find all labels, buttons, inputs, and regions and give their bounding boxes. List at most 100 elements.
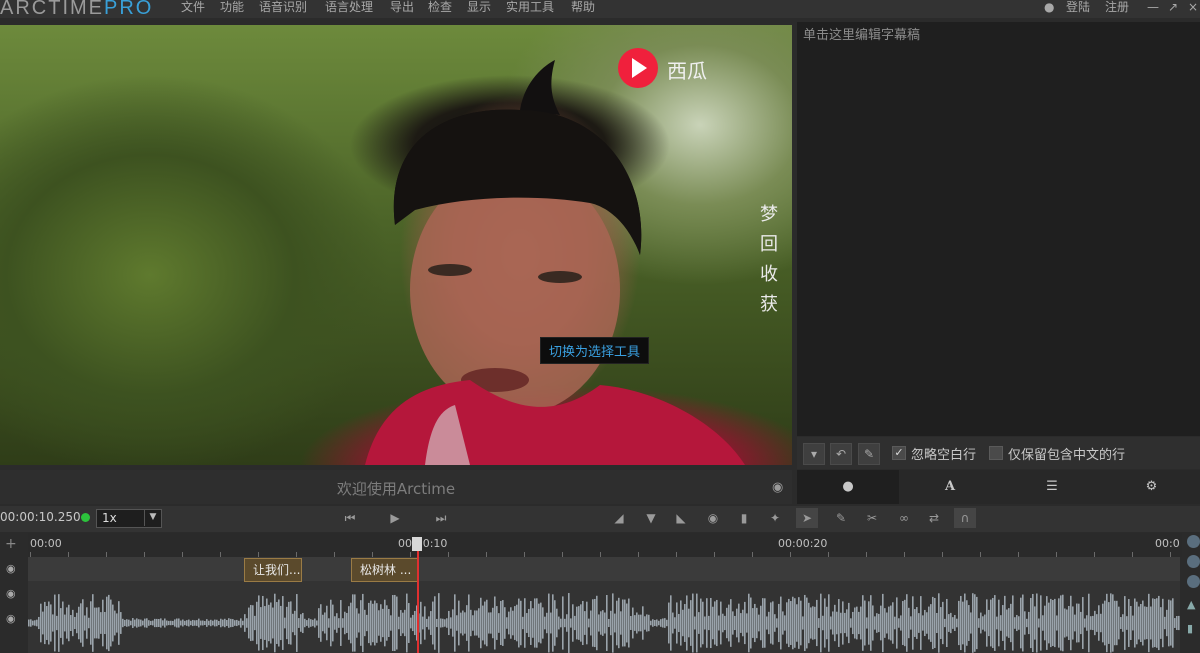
waveform-bar — [568, 593, 570, 653]
waveform-bar — [922, 615, 924, 631]
waveform-bar — [514, 606, 516, 640]
waveform-bar — [146, 618, 148, 628]
waveform-bar — [854, 607, 856, 639]
scissors-icon[interactable]: ✂ — [861, 508, 883, 528]
magic-wand-icon[interactable]: ✦ — [764, 508, 786, 528]
waveform-bar — [1114, 600, 1116, 646]
undo-icon[interactable]: ↶ — [830, 443, 852, 465]
waveform-bar — [122, 618, 124, 628]
waveform-bar — [972, 593, 974, 653]
subtitle-segment[interactable]: 让我们... — [244, 558, 302, 582]
menu-function[interactable]: 功能 — [220, 0, 244, 14]
waveform-bar — [592, 599, 594, 647]
waveform-bar — [632, 607, 634, 639]
waveform-bar — [946, 598, 948, 648]
gear-icon[interactable]: ⚙ — [1103, 470, 1200, 504]
subtitle-script-editor[interactable] — [797, 22, 1200, 436]
waveform-bar — [978, 618, 980, 628]
waveform-bar — [1018, 616, 1020, 630]
fullscreen-icon[interactable]: ↗ — [1168, 0, 1178, 14]
waveform-bar — [376, 603, 378, 643]
magnet-icon[interactable]: ∩ — [954, 508, 976, 528]
time-ruler[interactable] — [28, 533, 1200, 557]
menu-file[interactable]: 文件 — [181, 0, 205, 14]
waveform-bar — [188, 619, 190, 627]
audio-waveform[interactable] — [28, 581, 1180, 653]
ignore-blank-checkbox[interactable]: ✓ — [892, 446, 906, 460]
waveform-bar — [848, 602, 850, 644]
waveform-bar — [788, 598, 790, 648]
swap-icon[interactable]: ⇄ — [923, 508, 945, 528]
eye-icon[interactable]: ◉ — [6, 587, 16, 600]
waveform-bar — [198, 618, 200, 628]
video-preview[interactable] — [0, 25, 792, 465]
eye-icon[interactable]: ◉ — [772, 480, 783, 495]
waveform-bar — [510, 607, 512, 639]
menu-export[interactable]: 导出 — [390, 0, 414, 14]
waveform-bar — [1040, 595, 1042, 651]
volume-knob[interactable] — [1187, 575, 1200, 588]
keep-chinese-checkbox[interactable] — [989, 446, 1003, 460]
bookmark-icon[interactable]: ▮ — [733, 508, 755, 528]
minimize-icon[interactable]: — — [1147, 0, 1159, 14]
skip-forward-icon[interactable]: ⏭ — [430, 508, 452, 528]
eye-icon[interactable]: ◉ — [6, 562, 16, 575]
waveform-bar — [564, 618, 566, 628]
marker-down-icon[interactable]: ▼ — [640, 508, 662, 528]
edit-tool-icon[interactable]: ✎ — [830, 508, 852, 528]
play-button[interactable]: ▶ — [384, 508, 406, 528]
waveform-bar — [90, 601, 92, 645]
waveform-bar — [402, 612, 404, 634]
volume-knob[interactable] — [1187, 535, 1200, 548]
menu-help[interactable]: 帮助 — [571, 0, 595, 14]
dropdown-icon[interactable]: ▾ — [803, 443, 825, 465]
bars-icon[interactable]: ▮ — [1187, 622, 1193, 635]
close-icon[interactable]: × — [1188, 0, 1198, 14]
mark-in-icon[interactable]: ◢ — [608, 508, 630, 528]
menu-check[interactable]: 检查 — [428, 0, 452, 14]
menu-speech-recognition[interactable]: 语音识别 — [259, 0, 307, 14]
login-link[interactable]: 登陆 — [1066, 0, 1090, 14]
camera-icon[interactable]: ◉ — [702, 508, 724, 528]
waveform-bar — [290, 601, 292, 645]
menu-bar — [0, 0, 1200, 18]
waveform-bar — [770, 602, 772, 644]
chevron-down-icon[interactable]: ▼ — [144, 509, 161, 526]
chat-icon[interactable]: ● — [797, 470, 899, 504]
waveform-bar — [736, 608, 738, 638]
waveform-bar — [634, 615, 636, 631]
waveform-bar — [318, 608, 320, 638]
waveform-bar — [244, 614, 246, 632]
waveform-bar — [86, 607, 88, 639]
add-track-icon[interactable]: + — [5, 536, 17, 552]
eye-icon[interactable]: ◉ — [6, 612, 16, 625]
font-icon[interactable]: A — [899, 470, 1001, 504]
list-icon[interactable]: ☰ — [1001, 470, 1103, 504]
waveform-bar — [522, 616, 524, 630]
menu-language[interactable]: 语言处理 — [325, 0, 373, 14]
waveform-bar — [308, 618, 310, 628]
waveform-bar — [108, 594, 110, 652]
menu-display[interactable]: 显示 — [467, 0, 491, 14]
playhead-handle[interactable] — [412, 537, 422, 551]
waveform-bar — [732, 611, 734, 635]
waveform-bar — [220, 618, 222, 628]
select-tool-icon[interactable]: ➤ — [796, 508, 818, 528]
menu-tools[interactable]: 实用工具 — [506, 0, 554, 14]
waveform-bar — [34, 620, 36, 626]
register-link[interactable]: 注册 — [1105, 0, 1129, 14]
waveform-bar — [986, 599, 988, 647]
waveform-bar — [426, 618, 428, 628]
subtitle-segment[interactable]: 松树林 ... — [351, 558, 419, 582]
skip-back-icon[interactable]: ⏮ — [339, 508, 361, 528]
waveform-bar — [1070, 595, 1072, 651]
volume-knob[interactable] — [1187, 555, 1200, 568]
pencil-icon[interactable]: ✎ — [858, 443, 880, 465]
waveform-bar — [614, 613, 616, 633]
waveform-icon[interactable]: ▲ — [1187, 598, 1195, 611]
mark-out-icon[interactable]: ◣ — [670, 508, 692, 528]
waveform-bar — [486, 599, 488, 647]
ignore-blank-label: 忽略空白行 — [911, 448, 977, 463]
link-icon[interactable]: ∞ — [893, 508, 915, 528]
subtitle-track[interactable] — [28, 557, 1180, 581]
